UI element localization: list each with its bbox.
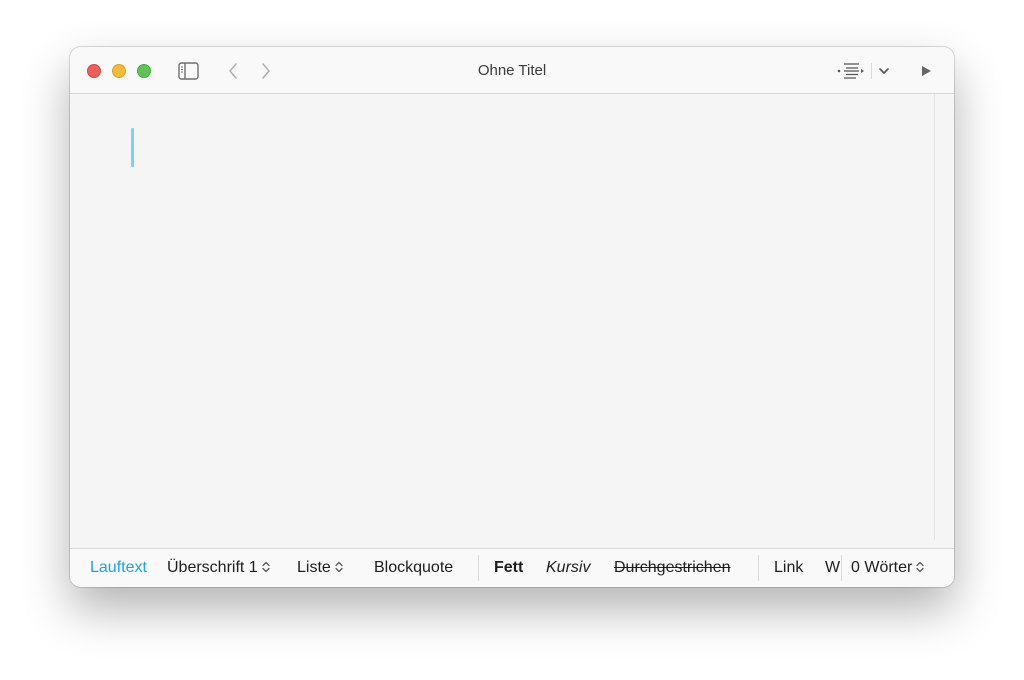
truncated-button[interactable]: W (825, 559, 840, 577)
format-separator (758, 555, 759, 581)
outline-icon[interactable] (837, 61, 865, 81)
scrollbar-track[interactable] (934, 94, 935, 540)
list-dropdown[interactable]: Liste (297, 559, 343, 577)
link-button[interactable]: Link (774, 559, 803, 577)
strikethrough-button[interactable]: Durchgestrichen (614, 559, 731, 577)
updown-chevron-icon (916, 561, 924, 572)
bold-button[interactable]: Fett (494, 559, 523, 577)
text-cursor (131, 128, 134, 167)
app-window: Ohne Titel Lauftext Überschrift 1 Liste (70, 47, 954, 587)
paragraph-button[interactable]: Lauftext (90, 559, 147, 577)
word-count-dropdown[interactable]: 0 Wörter (851, 559, 924, 577)
heading-dropdown[interactable]: Überschrift 1 (167, 559, 270, 577)
italic-button[interactable]: Kursiv (546, 559, 590, 577)
editor-area[interactable] (70, 94, 954, 548)
list-label: Liste (297, 559, 331, 576)
format-separator (841, 555, 842, 581)
blockquote-button[interactable]: Blockquote (374, 559, 453, 577)
window-title: Ohne Titel (477, 62, 547, 79)
heading-label: Überschrift 1 (167, 559, 258, 576)
chevron-down-icon[interactable] (878, 66, 890, 76)
title-bar: Ohne Titel (70, 47, 954, 94)
format-bar: Lauftext Überschrift 1 Liste Blockquote … (70, 548, 954, 587)
word-count-label: 0 Wörter (851, 559, 913, 576)
play-icon[interactable] (921, 65, 932, 77)
updown-chevron-icon (262, 561, 270, 572)
toolbar-separator (871, 63, 872, 79)
format-separator (478, 555, 479, 581)
updown-chevron-icon (335, 561, 343, 572)
